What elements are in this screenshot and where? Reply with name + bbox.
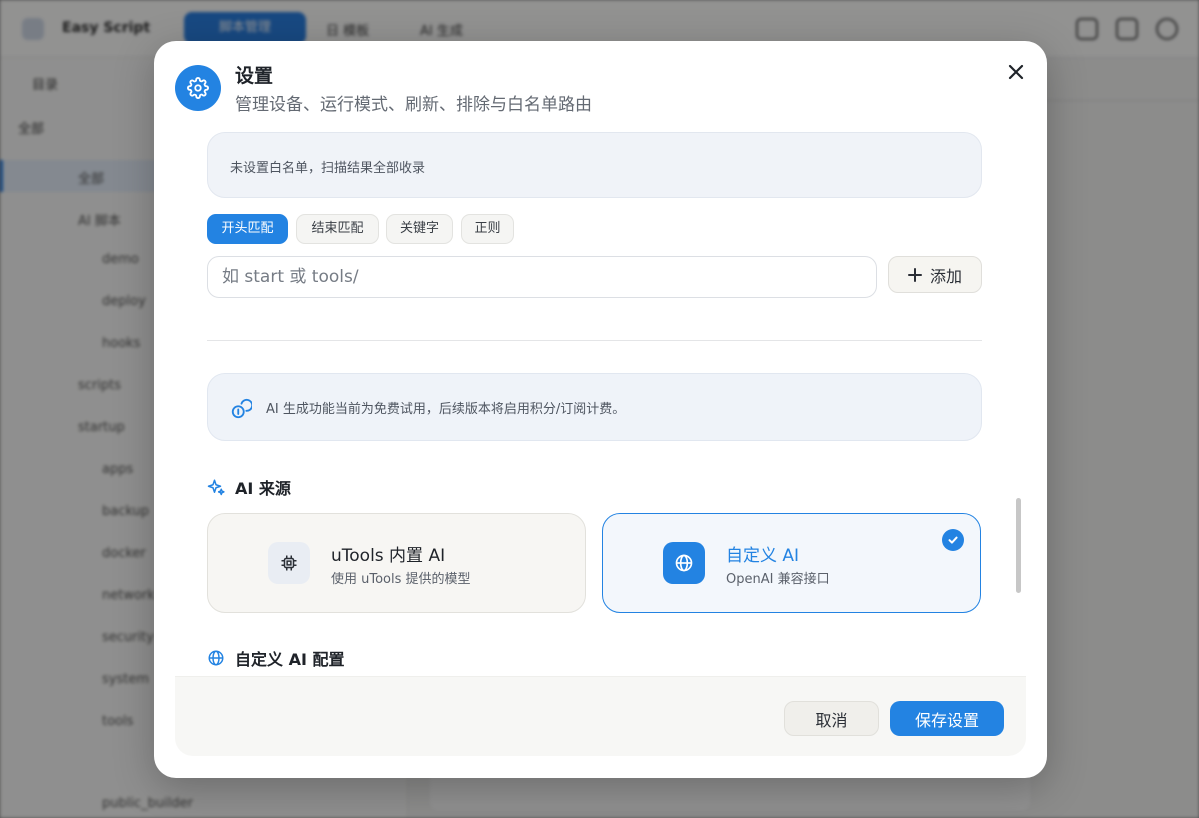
ai-source-builtin-title: uTools 内置 AI — [331, 546, 446, 566]
ai-source-heading: AI 来源 — [207, 475, 291, 499]
add-rule-label: 添加 — [929, 266, 962, 286]
check-icon — [942, 529, 964, 551]
coins-icon — [231, 398, 252, 419]
custom-ai-config-heading-text: 自定义 AI 配置 — [235, 650, 345, 669]
settings-modal: 设置 管理设备、运行模式、刷新、排除与白名单路由 未设置白名单，扫描结果全部收录… — [154, 41, 1047, 778]
ai-billing-notice-text: AI 生成功能当前为免费试用，后续版本将启用积分/订阅计费。 — [266, 402, 626, 417]
ai-source-builtin[interactable]: uTools 内置 AI 使用 uTools 提供的模型 — [207, 513, 586, 613]
section-divider — [207, 340, 982, 341]
chip-keyword-match[interactable]: 关键字 — [386, 214, 453, 244]
sparkle-icon — [207, 479, 225, 496]
whitelist-notice-text: 未设置白名单，扫描结果全部收录 — [230, 161, 426, 176]
chip-prefix-match[interactable]: 开头匹配 — [207, 214, 288, 244]
chip-suffix-match[interactable]: 结束匹配 — [296, 214, 379, 244]
save-settings-button[interactable]: 保存设置 — [890, 701, 1004, 736]
ai-source-custom-title: 自定义 AI — [726, 546, 800, 566]
ai-source-builtin-desc: 使用 uTools 提供的模型 — [331, 572, 471, 587]
chip-icon — [268, 542, 310, 584]
close-button[interactable] — [1003, 59, 1029, 85]
ai-source-heading-text: AI 来源 — [235, 479, 291, 498]
modal-subtitle: 管理设备、运行模式、刷新、排除与白名单路由 — [235, 95, 592, 115]
whitelist-notice: 未设置白名单，扫描结果全部收录 — [207, 132, 982, 198]
globe-icon — [208, 650, 224, 666]
ai-source-custom[interactable]: 自定义 AI OpenAI 兼容接口 — [602, 513, 981, 613]
globe-icon — [663, 542, 705, 584]
modal-title: 设置 — [235, 65, 274, 87]
custom-ai-config-heading: 自定义 AI 配置 — [207, 646, 344, 670]
add-rule-button[interactable]: 添加 — [888, 256, 982, 293]
ai-billing-notice: AI 生成功能当前为免费试用，后续版本将启用积分/订阅计费。 — [207, 373, 982, 441]
close-icon — [1008, 64, 1024, 80]
modal-footer: 取消 保存设置 — [175, 676, 1026, 756]
ai-source-custom-desc: OpenAI 兼容接口 — [726, 572, 830, 587]
plus-icon — [907, 267, 922, 282]
gear-icon — [175, 65, 221, 111]
modal-scrollbar[interactable] — [1016, 498, 1021, 593]
cancel-button[interactable]: 取消 — [784, 701, 879, 736]
whitelist-rule-input[interactable] — [207, 256, 877, 298]
chip-regex-match[interactable]: 正则 — [461, 214, 514, 244]
